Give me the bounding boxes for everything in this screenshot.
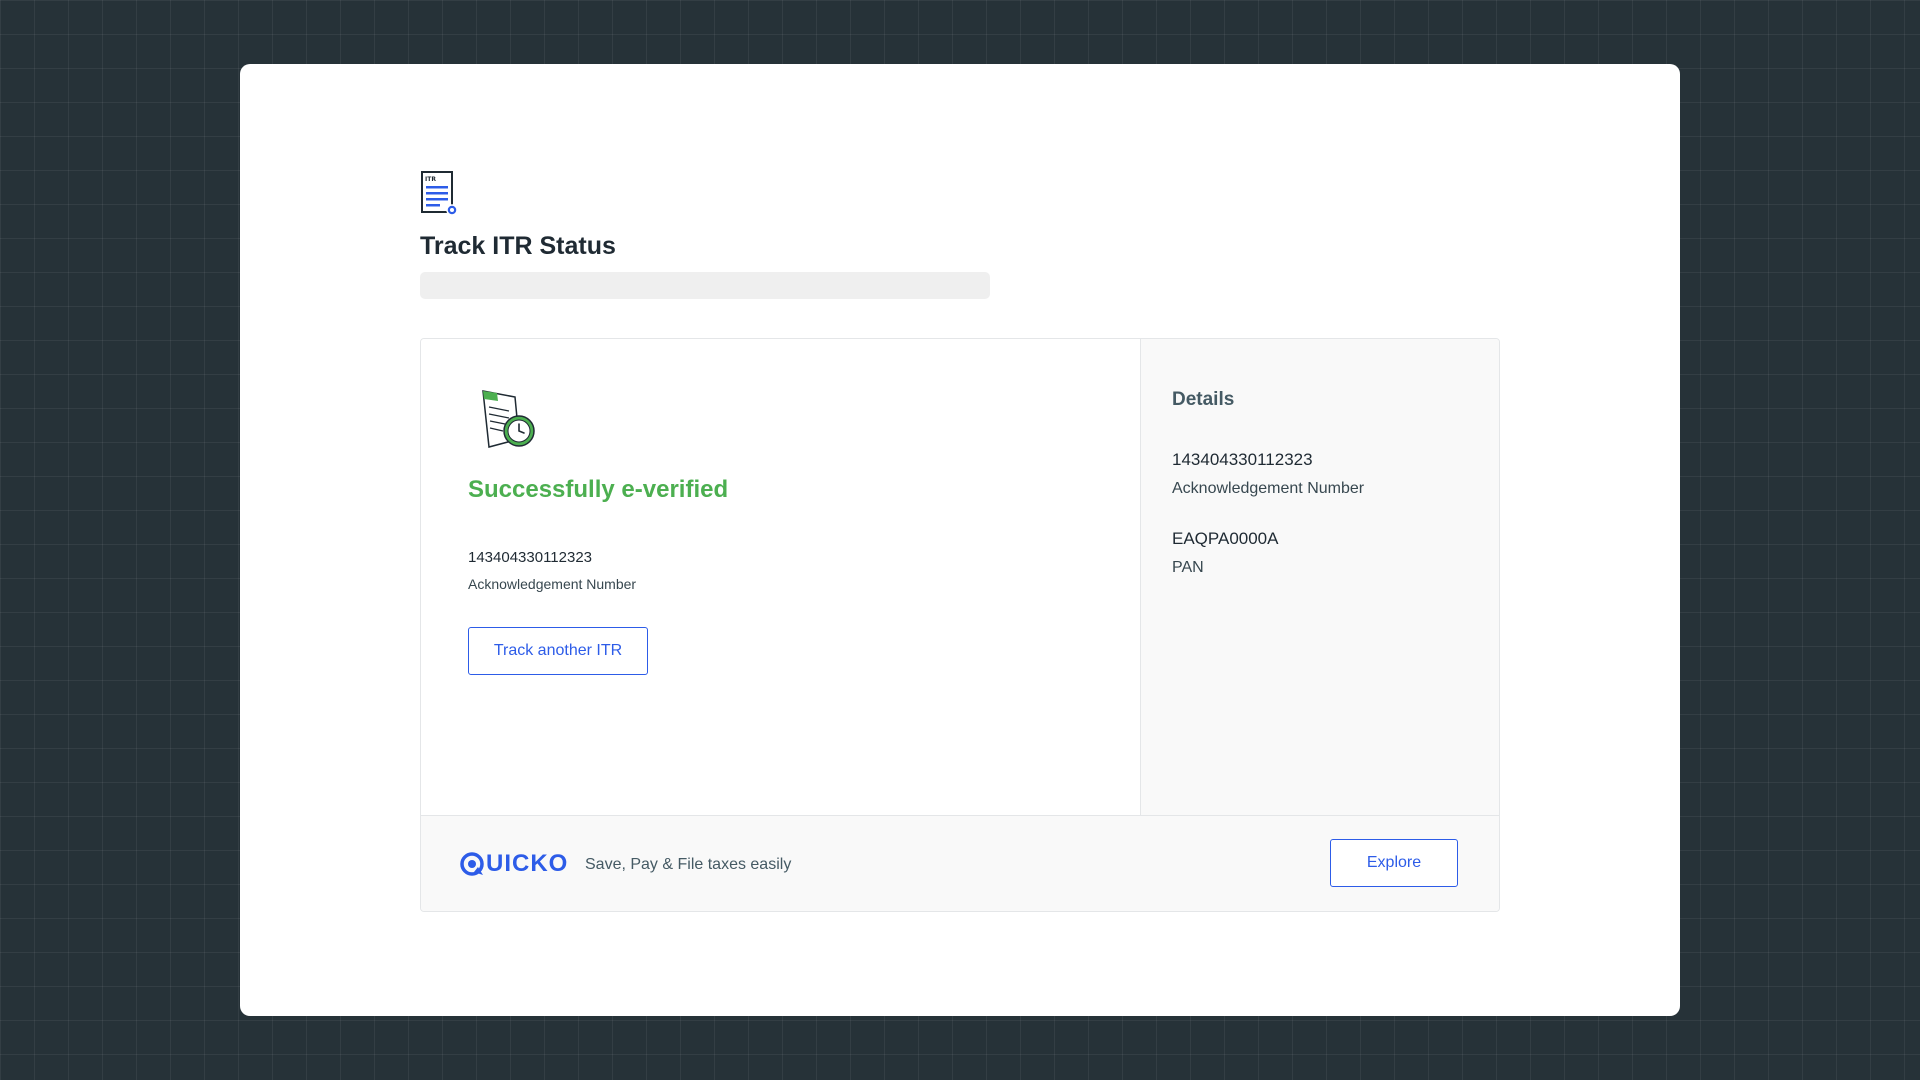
quicko-logo[interactable]: UICKO [459, 851, 568, 877]
quicko-q-icon [460, 852, 484, 876]
status-title: Successfully e-verified [468, 476, 729, 503]
promo-footer: UICKO Save, Pay & File taxes easily Expl… [421, 815, 1499, 911]
brand-wordmark: UICKO [486, 850, 569, 877]
page-title: Track ITR Status [420, 232, 616, 260]
itr-icon-text: ITR [425, 176, 436, 183]
status-panel: Successfully e-verified 143404330112323 … [421, 339, 1141, 815]
loading-placeholder-bar [420, 272, 990, 299]
acknowledgement-number-value: 143404330112323 [468, 549, 593, 566]
verified-document-clock-icon [482, 390, 535, 448]
details-acknowledgement-label: Acknowledgement Number [1172, 480, 1365, 497]
itr-document-icon: ITR [421, 171, 458, 216]
details-title: Details [1172, 389, 1235, 410]
details-pan-label: PAN [1172, 559, 1204, 576]
page-header: ITR Track ITR Status [420, 170, 990, 299]
track-another-itr-button[interactable]: Track another ITR [468, 627, 648, 675]
acknowledgement-number-label: Acknowledgement Number [468, 576, 637, 592]
details-acknowledgement-value: 143404330112323 [1172, 450, 1313, 469]
explore-button[interactable]: Explore [1330, 839, 1458, 887]
details-panel: Details 143404330112323 Acknowledgement … [1141, 339, 1499, 815]
status-card: Successfully e-verified 143404330112323 … [420, 338, 1500, 912]
promo-tagline: Save, Pay & File taxes easily [585, 856, 792, 873]
details-pan-value: EAQPA0000A [1172, 529, 1279, 548]
main-window: ITR Track ITR Status Successfully e-veri… [240, 64, 1680, 1016]
